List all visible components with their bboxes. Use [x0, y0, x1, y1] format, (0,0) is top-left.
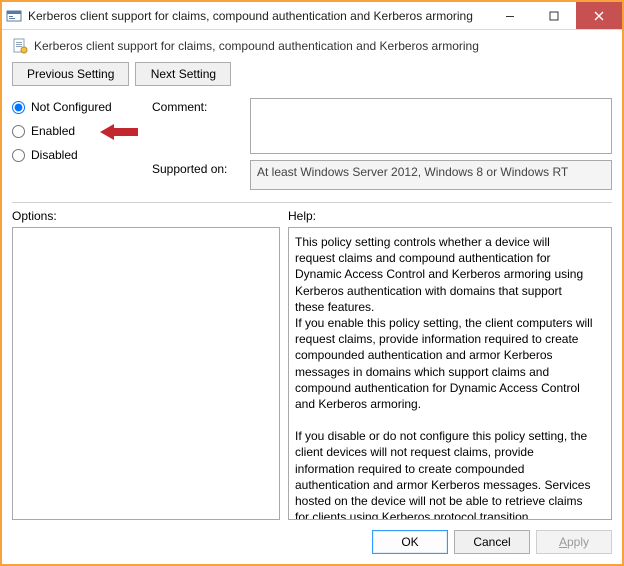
- radio-disabled-row: Disabled: [12, 148, 142, 162]
- help-text[interactable]: This policy setting controls whether a d…: [288, 227, 612, 520]
- radio-not-configured[interactable]: [12, 101, 25, 114]
- radio-enabled-label[interactable]: Enabled: [31, 124, 75, 138]
- apply-button-label: Apply: [559, 535, 589, 549]
- help-panel: Help: This policy setting controls wheth…: [288, 209, 612, 520]
- next-setting-button[interactable]: Next Setting: [135, 62, 231, 86]
- supported-on-label: Supported on:: [152, 160, 242, 176]
- dialog-content: Kerberos client support for claims, comp…: [2, 30, 622, 564]
- maximize-button[interactable]: [532, 2, 576, 29]
- radio-enabled-row: Enabled: [12, 124, 142, 138]
- close-button[interactable]: [576, 2, 622, 29]
- radio-disabled[interactable]: [12, 149, 25, 162]
- state-radios: Not Configured Enabled Disabled: [12, 98, 142, 190]
- apply-button: Apply: [536, 530, 612, 554]
- supported-on-field: Supported on: At least Windows Server 20…: [152, 160, 612, 190]
- meta-fields: Comment: Supported on: At least Windows …: [152, 98, 612, 190]
- radio-disabled-label[interactable]: Disabled: [31, 148, 78, 162]
- comment-input[interactable]: [250, 98, 612, 154]
- previous-setting-button[interactable]: Previous Setting: [12, 62, 129, 86]
- radio-not-configured-label[interactable]: Not Configured: [31, 100, 112, 114]
- supported-on-value: At least Windows Server 2012, Windows 8 …: [250, 160, 612, 190]
- minimize-button[interactable]: [488, 2, 532, 29]
- help-label: Help:: [288, 209, 612, 223]
- options-label: Options:: [12, 209, 280, 223]
- comment-field: Comment:: [152, 98, 612, 154]
- options-panel: Options:: [12, 209, 280, 520]
- ok-button[interactable]: OK: [372, 530, 448, 554]
- config-row: Not Configured Enabled Disabled Comment:: [12, 98, 612, 190]
- cancel-button[interactable]: Cancel: [454, 530, 530, 554]
- policy-header: Kerberos client support for claims, comp…: [12, 38, 612, 54]
- lower-panels: Options: Help: This policy setting contr…: [12, 209, 612, 520]
- divider: [12, 202, 612, 203]
- radio-not-configured-row: Not Configured: [12, 100, 142, 114]
- options-box[interactable]: [12, 227, 280, 520]
- dialog-footer: OK Cancel Apply: [12, 520, 612, 554]
- radio-enabled[interactable]: [12, 125, 25, 138]
- nav-buttons: Previous Setting Next Setting: [12, 62, 612, 86]
- titlebar: Kerberos client support for claims, comp…: [2, 2, 622, 30]
- window-buttons: [488, 2, 622, 29]
- policy-icon: [12, 38, 28, 54]
- arrow-left-icon: [98, 122, 140, 145]
- policy-title: Kerberos client support for claims, comp…: [34, 39, 479, 53]
- app-icon: [6, 8, 22, 24]
- comment-label: Comment:: [152, 98, 242, 114]
- window-title: Kerberos client support for claims, comp…: [28, 9, 488, 23]
